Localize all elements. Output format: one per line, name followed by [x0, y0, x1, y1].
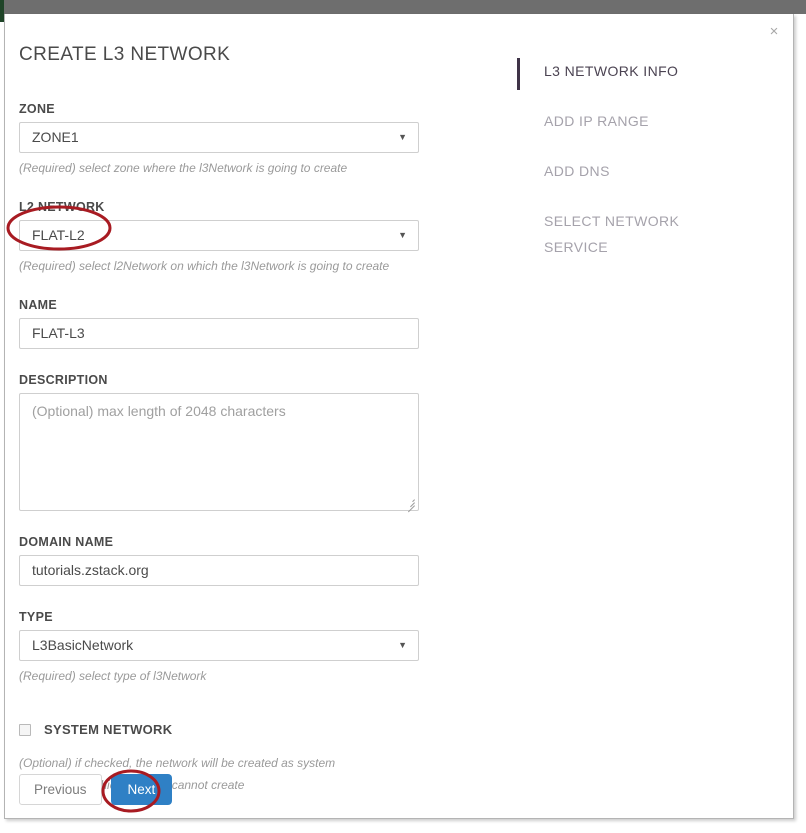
zone-hint: (Required) select zone where the l3Netwo… — [19, 161, 348, 175]
system-network-label: SYSTEM NETWORK — [44, 722, 173, 737]
active-step-accent-bar — [517, 58, 520, 90]
system-network-row[interactable]: SYSTEM NETWORK — [19, 722, 485, 737]
zone-select[interactable]: ZONE1 ▼ — [19, 122, 419, 153]
chevron-down-icon: ▼ — [398, 230, 407, 240]
step-label: SELECT NETWORK SERVICE — [544, 213, 680, 255]
create-l3-network-dialog: × CREATE L3 NETWORK ZONE ZONE1 ▼ (Requir… — [4, 14, 794, 819]
description-label: DESCRIPTION — [19, 373, 108, 387]
step-label: L3 NETWORK INFO — [544, 63, 679, 79]
system-network-checkbox[interactable] — [19, 723, 31, 736]
type-select-value: L3BasicNetwork — [32, 637, 134, 653]
step-select-network-service[interactable]: SELECT NETWORK SERVICE — [517, 208, 767, 260]
field-zone: ZONE ZONE1 ▼ (Required) select zone wher… — [15, 102, 485, 178]
type-hint: (Required) select type of l3Network — [19, 669, 207, 683]
step-l3-network-info[interactable]: L3 NETWORK INFO — [517, 58, 767, 90]
field-description: DESCRIPTION (Optional) max length of 204… — [15, 373, 485, 513]
name-input[interactable]: FLAT-L3 — [19, 318, 419, 349]
type-label: TYPE — [19, 610, 53, 624]
field-l2-network: L2 NETWORK FLAT-L2 ▼ (Required) select l… — [15, 200, 485, 276]
l2-network-select[interactable]: FLAT-L2 ▼ — [19, 220, 419, 251]
domain-name-input-value: tutorials.zstack.org — [32, 562, 149, 578]
step-add-ip-range[interactable]: ADD IP RANGE — [517, 108, 767, 134]
field-type: TYPE L3BasicNetwork ▼ (Required) select … — [15, 610, 485, 686]
form-column: CREATE L3 NETWORK ZONE ZONE1 ▼ (Required… — [15, 44, 485, 795]
next-button[interactable]: Next — [110, 774, 173, 805]
step-label: ADD DNS — [544, 163, 610, 179]
wizard-steps-nav: L3 NETWORK INFO ADD IP RANGE ADD DNS SEL… — [517, 58, 767, 284]
description-textarea[interactable]: (Optional) max length of 2048 characters — [19, 393, 419, 513]
zone-select-value: ZONE1 — [32, 129, 79, 145]
description-placeholder: (Optional) max length of 2048 characters — [32, 403, 286, 419]
domain-name-label: DOMAIN NAME — [19, 535, 114, 549]
chevron-down-icon: ▼ — [398, 132, 407, 142]
screenshot-root: × CREATE L3 NETWORK ZONE ZONE1 ▼ (Requir… — [0, 0, 806, 833]
name-label: NAME — [19, 298, 58, 312]
l2-network-label: L2 NETWORK — [19, 200, 105, 214]
system-network-hint-line-1: (Optional) if checked, the network will … — [19, 756, 336, 770]
name-input-value: FLAT-L3 — [32, 325, 85, 341]
domain-name-input[interactable]: tutorials.zstack.org — [19, 555, 419, 586]
zone-label: ZONE — [19, 102, 55, 116]
l2-network-hint: (Required) select l2Network on which the… — [19, 259, 390, 273]
type-select[interactable]: L3BasicNetwork ▼ — [19, 630, 419, 661]
chevron-down-icon: ▼ — [398, 640, 407, 650]
page-title: CREATE L3 NETWORK — [19, 44, 231, 65]
field-domain-name: DOMAIN NAME tutorials.zstack.org — [15, 535, 485, 586]
previous-button[interactable]: Previous — [19, 774, 102, 805]
step-add-dns[interactable]: ADD DNS — [517, 158, 767, 184]
l2-network-select-value: FLAT-L2 — [32, 227, 85, 243]
resize-handle-icon[interactable] — [404, 496, 416, 513]
dialog-body: CREATE L3 NETWORK ZONE ZONE1 ▼ (Required… — [5, 14, 793, 818]
field-name: NAME FLAT-L3 — [15, 298, 485, 349]
next-button-wrapper: Next — [110, 774, 173, 805]
dialog-button-row: Previous Next — [19, 774, 173, 805]
browser-top-bar — [0, 0, 806, 14]
step-label: ADD IP RANGE — [544, 113, 649, 129]
